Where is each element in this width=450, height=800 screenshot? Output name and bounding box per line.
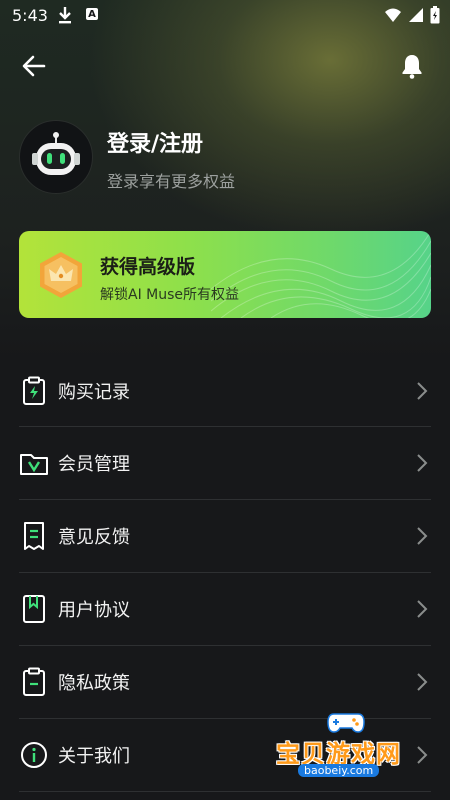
menu-item-label: 购买记录 [58,382,130,403]
chevron-right-icon [417,382,428,400]
wifi-icon [385,8,401,22]
chevron-right-icon [417,673,428,691]
download-icon [58,6,72,28]
feedback-document-icon [19,521,49,551]
bell-icon [402,55,422,79]
menu-item-feedback[interactable]: 意见反馈 [19,500,431,573]
menu-item-label: 隐私政策 [58,673,130,694]
menu-item-user-agreement[interactable]: 用户协议 [19,573,431,646]
status-time: 5:43 [12,6,48,25]
crown-hexagon-icon [40,252,82,298]
chevron-right-icon [417,600,428,618]
chevron-right-icon [417,527,428,545]
menu-item-label: 会员管理 [58,454,130,475]
menu-item-label: 关于我们 [58,746,130,767]
login-register-title[interactable]: 登录/注册 [107,126,203,158]
wave-pattern-decoration [211,231,431,318]
clipboard-icon [19,667,49,697]
robot-avatar-icon [32,132,80,175]
battery-icon [430,6,440,24]
premium-upgrade-card[interactable]: 获得高级版 解锁AI Muse所有权益 [19,231,431,318]
profile-page: 5:43 A 登录/注册 登录享有更多权益 获得高级版 解锁AI Muse所有权… [0,0,450,800]
chevron-right-icon [417,454,428,472]
info-circle-icon [19,740,49,770]
signal-icon [409,8,423,22]
avatar[interactable] [19,120,93,194]
menu-item-membership[interactable]: 会员管理 [19,427,431,500]
arrow-left-icon [22,55,46,77]
receipt-bolt-icon [19,376,49,406]
watermark: 宝贝游戏网 baobeiy.com [270,706,420,782]
watermark-url: baobeiy.com [298,764,380,777]
bookmark-document-icon [19,594,49,624]
notification-button[interactable] [396,50,428,82]
premium-subtitle: 解锁AI Muse所有权益 [100,287,240,303]
notification-badge-icon: A [86,8,98,20]
premium-title: 获得高级版 [100,256,196,278]
login-subtitle: 登录享有更多权益 [107,172,236,191]
menu-item-label: 意见反馈 [58,527,130,548]
gamepad-icon [327,713,365,733]
menu-item-purchase-history[interactable]: 购买记录 [19,356,431,427]
vip-folder-icon [19,448,49,478]
menu-item-label: 用户协议 [58,600,130,621]
status-right-icons [384,6,440,24]
status-bar: 5:43 A [0,0,450,32]
back-button[interactable] [18,50,50,82]
